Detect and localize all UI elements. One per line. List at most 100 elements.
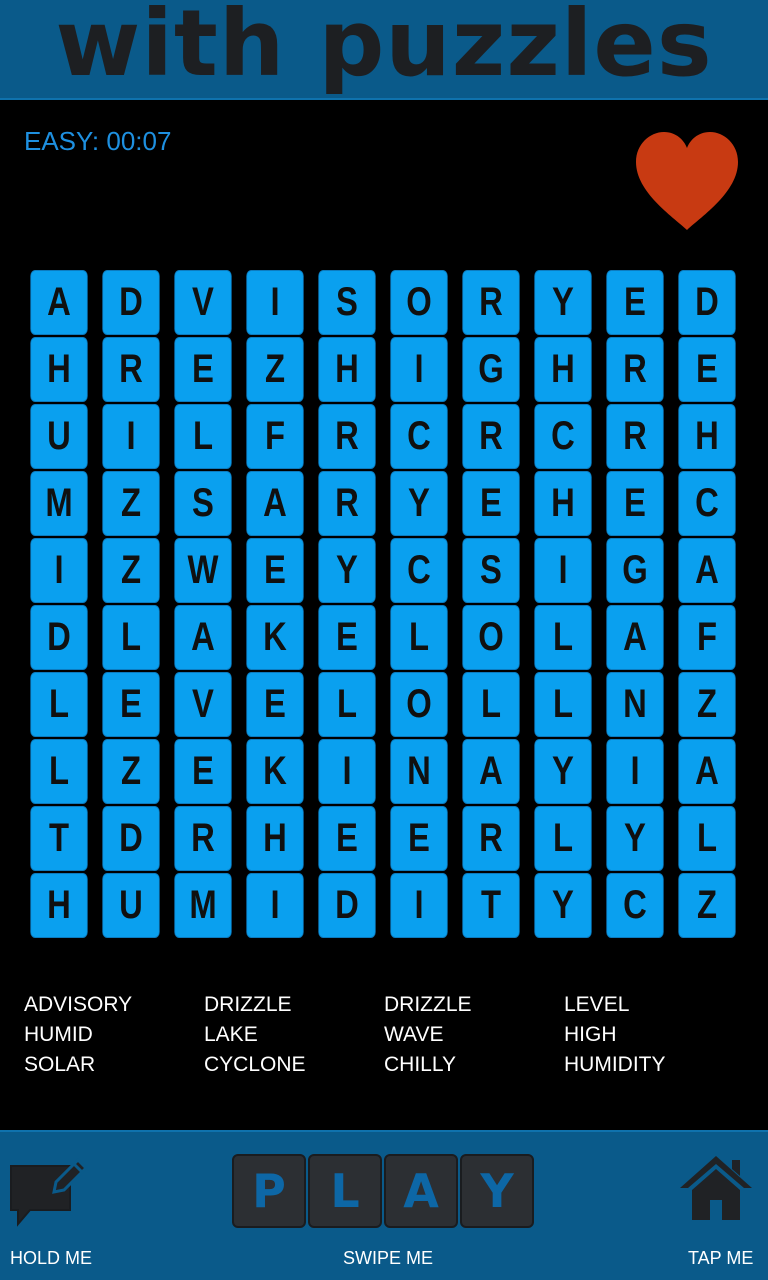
letter-tile[interactable]: H: [527, 470, 599, 537]
letter-tile[interactable]: T: [23, 805, 95, 872]
letter-tile[interactable]: F: [239, 403, 311, 470]
letter-tile[interactable]: G: [455, 336, 527, 403]
play-letter-tile[interactable]: A: [384, 1154, 458, 1228]
letter-tile[interactable]: V: [167, 671, 239, 738]
letter-tile[interactable]: Z: [95, 470, 167, 537]
letter-tile[interactable]: A: [599, 604, 671, 671]
letter-tile[interactable]: R: [599, 403, 671, 470]
letter-tile[interactable]: K: [239, 604, 311, 671]
letter-tile[interactable]: Z: [671, 671, 743, 738]
home-icon[interactable]: [678, 1150, 754, 1226]
letter-tile[interactable]: Y: [527, 269, 599, 336]
letter-tile[interactable]: Z: [671, 872, 743, 939]
letter-tile[interactable]: D: [311, 872, 383, 939]
letter-tile[interactable]: E: [599, 470, 671, 537]
letter-tile[interactable]: I: [383, 336, 455, 403]
letter-tile[interactable]: F: [671, 604, 743, 671]
play-letter-tile[interactable]: L: [308, 1154, 382, 1228]
letter-tile[interactable]: L: [95, 604, 167, 671]
letter-tile[interactable]: C: [383, 537, 455, 604]
letter-tile[interactable]: M: [167, 872, 239, 939]
letter-tile[interactable]: T: [455, 872, 527, 939]
letter-tile[interactable]: E: [239, 671, 311, 738]
letter-tile[interactable]: M: [23, 470, 95, 537]
letter-tile[interactable]: S: [311, 269, 383, 336]
letter-tile[interactable]: U: [23, 403, 95, 470]
letter-tile[interactable]: C: [527, 403, 599, 470]
letter-tile[interactable]: L: [383, 604, 455, 671]
letter-tile[interactable]: I: [23, 537, 95, 604]
letter-tile[interactable]: R: [311, 403, 383, 470]
letter-tile[interactable]: H: [23, 336, 95, 403]
letter-tile[interactable]: H: [239, 805, 311, 872]
letter-tile[interactable]: I: [527, 537, 599, 604]
letter-tile[interactable]: E: [383, 805, 455, 872]
letter-tile[interactable]: G: [599, 537, 671, 604]
letter-tile[interactable]: I: [599, 738, 671, 805]
heart-icon[interactable]: [632, 130, 742, 234]
letter-tile[interactable]: Y: [527, 738, 599, 805]
letter-tile[interactable]: E: [455, 470, 527, 537]
letter-tile[interactable]: O: [383, 269, 455, 336]
letter-tile[interactable]: Z: [95, 537, 167, 604]
letter-tile[interactable]: I: [383, 872, 455, 939]
play-button[interactable]: PLAY: [232, 1154, 534, 1228]
letter-tile[interactable]: H: [23, 872, 95, 939]
letter-tile[interactable]: S: [167, 470, 239, 537]
letter-tile[interactable]: U: [95, 872, 167, 939]
letter-grid[interactable]: ADVISORYEDHREZHIGHREUILFRCRCRHMZSARYEHEC…: [23, 269, 743, 939]
letter-tile[interactable]: H: [311, 336, 383, 403]
play-letter-tile[interactable]: P: [232, 1154, 306, 1228]
letter-tile[interactable]: R: [455, 403, 527, 470]
play-letter-tile[interactable]: Y: [460, 1154, 534, 1228]
letter-tile[interactable]: Y: [311, 537, 383, 604]
letter-tile[interactable]: V: [167, 269, 239, 336]
letter-tile[interactable]: Y: [383, 470, 455, 537]
letter-tile[interactable]: Z: [95, 738, 167, 805]
letter-tile[interactable]: C: [383, 403, 455, 470]
letter-tile[interactable]: H: [527, 336, 599, 403]
letter-tile[interactable]: Y: [527, 872, 599, 939]
letter-tile[interactable]: A: [671, 738, 743, 805]
letter-tile[interactable]: O: [383, 671, 455, 738]
letter-tile[interactable]: D: [95, 269, 167, 336]
letter-tile[interactable]: L: [527, 604, 599, 671]
letter-tile[interactable]: E: [239, 537, 311, 604]
letter-tile[interactable]: L: [671, 805, 743, 872]
letter-tile[interactable]: A: [239, 470, 311, 537]
letter-tile[interactable]: E: [599, 269, 671, 336]
letter-tile[interactable]: A: [23, 269, 95, 336]
letter-tile[interactable]: W: [167, 537, 239, 604]
letter-tile[interactable]: E: [167, 738, 239, 805]
letter-tile[interactable]: Z: [239, 336, 311, 403]
letter-tile[interactable]: L: [23, 738, 95, 805]
letter-tile[interactable]: L: [527, 671, 599, 738]
letter-tile[interactable]: A: [671, 537, 743, 604]
letter-tile[interactable]: D: [23, 604, 95, 671]
letter-tile[interactable]: I: [311, 738, 383, 805]
letter-tile[interactable]: K: [239, 738, 311, 805]
letter-tile[interactable]: I: [239, 269, 311, 336]
letter-tile[interactable]: E: [311, 604, 383, 671]
letter-tile[interactable]: A: [455, 738, 527, 805]
letter-tile[interactable]: L: [527, 805, 599, 872]
letter-tile[interactable]: R: [455, 805, 527, 872]
letter-tile[interactable]: R: [95, 336, 167, 403]
letter-tile[interactable]: L: [311, 671, 383, 738]
letter-tile[interactable]: I: [239, 872, 311, 939]
letter-tile[interactable]: R: [455, 269, 527, 336]
letter-tile[interactable]: N: [383, 738, 455, 805]
letter-tile[interactable]: R: [167, 805, 239, 872]
letter-tile[interactable]: A: [167, 604, 239, 671]
letter-tile[interactable]: E: [95, 671, 167, 738]
letter-tile[interactable]: H: [671, 403, 743, 470]
letter-tile[interactable]: E: [167, 336, 239, 403]
letter-tile[interactable]: I: [95, 403, 167, 470]
letter-tile[interactable]: D: [671, 269, 743, 336]
letter-tile[interactable]: D: [95, 805, 167, 872]
letter-tile[interactable]: L: [455, 671, 527, 738]
letter-tile[interactable]: E: [311, 805, 383, 872]
letter-tile[interactable]: R: [599, 336, 671, 403]
letter-tile[interactable]: C: [599, 872, 671, 939]
letter-tile[interactable]: N: [599, 671, 671, 738]
